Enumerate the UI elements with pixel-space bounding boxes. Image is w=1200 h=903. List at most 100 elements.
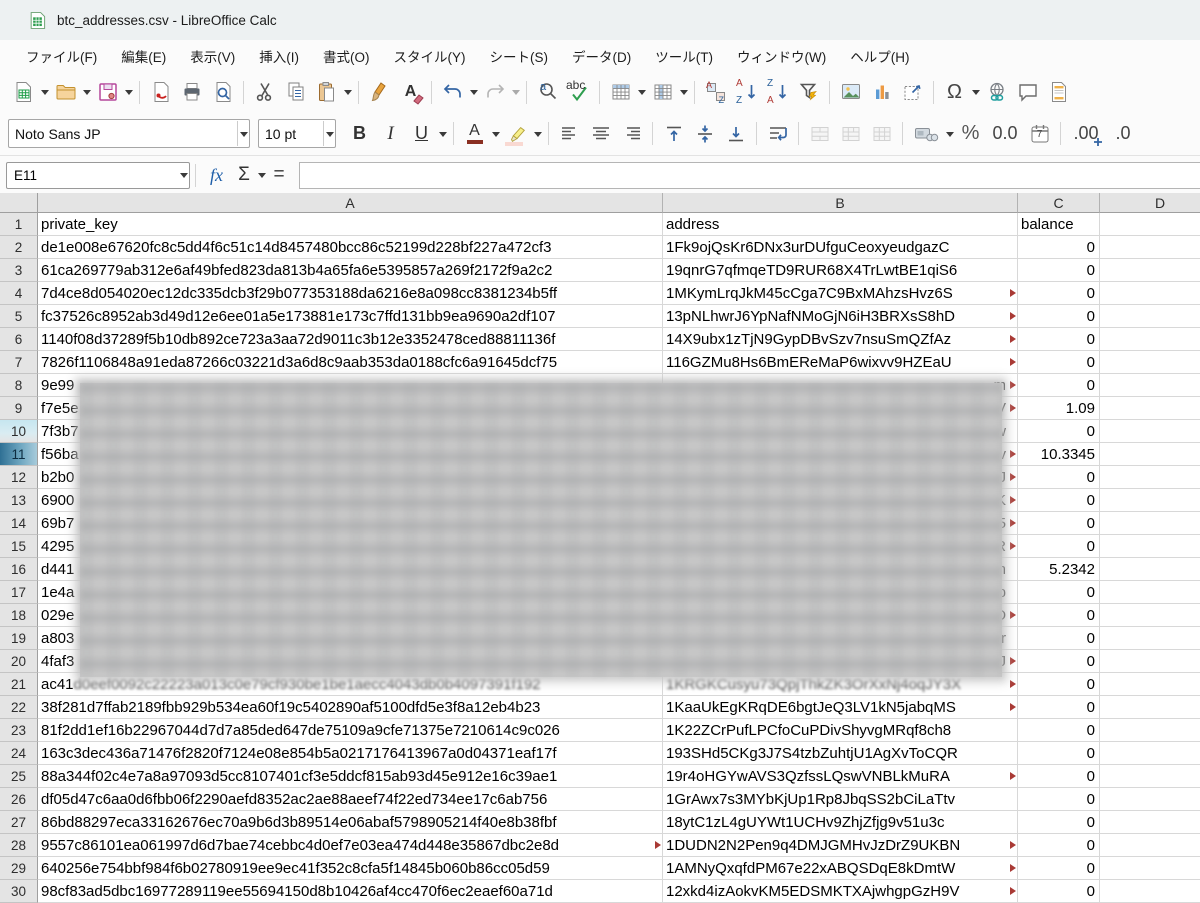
align-bottom-button[interactable] xyxy=(720,118,751,149)
row-header-25[interactable]: 25 xyxy=(0,765,38,788)
center-vertically-button[interactable] xyxy=(689,118,720,149)
merge-cells-button[interactable] xyxy=(835,118,866,149)
name-box-dropdown-arrow[interactable] xyxy=(178,160,189,191)
cell-B24[interactable]: 193SHd5CKg3J7S4tzbZuhtjU1AgXvToCQR xyxy=(663,742,1018,765)
bold-button[interactable]: B xyxy=(344,118,375,149)
row-header-14[interactable]: 14 xyxy=(0,512,38,535)
cell-B27[interactable]: 18ytC1zL4gUYWt1UCHv9ZhjZfjg9v51u3c xyxy=(663,811,1018,834)
sort-ascending-button[interactable]: A Z xyxy=(731,77,762,108)
export-pdf-button[interactable] xyxy=(145,77,176,108)
cell-A2[interactable]: de1e008e67620fc8c5dd4f6c51c14d8457480bcc… xyxy=(38,236,663,259)
cell-B1[interactable]: address xyxy=(663,213,1018,236)
cell-A25[interactable]: 88a344f02c4e7a8a97093d5cc8107401cf3e5ddc… xyxy=(38,765,663,788)
column-header-A[interactable]: A xyxy=(38,193,663,213)
font-size-combo[interactable] xyxy=(258,119,336,148)
column-header-D[interactable]: D xyxy=(1100,193,1200,213)
save-dropdown-arrow[interactable] xyxy=(123,77,134,108)
font-name-input[interactable] xyxy=(9,126,237,142)
cell-reference-input[interactable] xyxy=(7,168,178,183)
column-header-B[interactable]: B xyxy=(663,193,1018,213)
cell-C2[interactable]: 0 xyxy=(1018,236,1100,259)
find-replace-button[interactable]: a xyxy=(532,77,563,108)
cell-C9[interactable]: 1.09 xyxy=(1018,397,1100,420)
font-color-button[interactable]: A xyxy=(459,118,490,149)
cell-D20[interactable] xyxy=(1100,650,1200,673)
add-decimal-button[interactable]: .00 xyxy=(1066,118,1106,149)
cut-button[interactable] xyxy=(249,77,280,108)
underline-button[interactable]: U xyxy=(406,118,437,149)
draw-functions-button[interactable] xyxy=(897,77,928,108)
cell-C16[interactable]: 5.2342 xyxy=(1018,558,1100,581)
align-top-button[interactable] xyxy=(658,118,689,149)
cell-D10[interactable] xyxy=(1100,420,1200,443)
row-header-19[interactable]: 19 xyxy=(0,627,38,650)
cell-B30[interactable]: 12xkd4izAokvKM5EDSMKTXAjwhgpGzH9V xyxy=(663,880,1018,903)
cell-B5[interactable]: 13pNLhwrJ6YpNafNMoGjN6iH3BRXsS8hD xyxy=(663,305,1018,328)
align-left-button[interactable] xyxy=(554,118,585,149)
row-header-9[interactable]: 9 xyxy=(0,397,38,420)
cell-B29[interactable]: 1AMNyQxqfdPM67e22xABQSDqE8kDmtW xyxy=(663,857,1018,880)
hyperlink-button[interactable] xyxy=(981,77,1012,108)
cell-D25[interactable] xyxy=(1100,765,1200,788)
cell-C25[interactable]: 0 xyxy=(1018,765,1100,788)
cell-A30[interactable]: 98cf83ad5dbc16977289119ee55694150d8b1042… xyxy=(38,880,663,903)
delete-decimal-button[interactable]: .0 xyxy=(1106,118,1140,149)
sum-dropdown-arrow[interactable] xyxy=(256,160,267,191)
font-size-input[interactable] xyxy=(259,126,323,142)
insert-comment-button[interactable] xyxy=(1012,77,1043,108)
row-header-17[interactable]: 17 xyxy=(0,581,38,604)
clone-formatting-button[interactable] xyxy=(364,77,395,108)
row-header-13[interactable]: 13 xyxy=(0,489,38,512)
cell-D24[interactable] xyxy=(1100,742,1200,765)
cell-C29[interactable]: 0 xyxy=(1018,857,1100,880)
open-dropdown-arrow[interactable] xyxy=(81,77,92,108)
cell-C18[interactable]: 0 xyxy=(1018,604,1100,627)
cell-B28[interactable]: 1DUDN2N2Pen9q4DMJGMHvJzDrZ9UKBN xyxy=(663,834,1018,857)
row-header-10[interactable]: 10 xyxy=(0,420,38,443)
cell-D29[interactable] xyxy=(1100,857,1200,880)
cell-D14[interactable] xyxy=(1100,512,1200,535)
row-header-21[interactable]: 21 xyxy=(0,673,38,696)
cell-C11[interactable]: 10.3345 xyxy=(1018,443,1100,466)
cell-C5[interactable]: 0 xyxy=(1018,305,1100,328)
menu-item-2[interactable]: 表示(V) xyxy=(178,41,247,71)
row-header-20[interactable]: 20 xyxy=(0,650,38,673)
row-header-4[interactable]: 4 xyxy=(0,282,38,305)
row-header-28[interactable]: 28 xyxy=(0,834,38,857)
cell-A4[interactable]: 7d4ce8d054020ec12dc335dcb3f29b077353188d… xyxy=(38,282,663,305)
row-header-12[interactable]: 12 xyxy=(0,466,38,489)
input-line[interactable] xyxy=(299,162,1200,189)
row-header-30[interactable]: 30 xyxy=(0,880,38,903)
unmerge-cells-button[interactable] xyxy=(866,118,897,149)
undo-button[interactable] xyxy=(437,77,468,108)
wrap-text-button[interactable] xyxy=(762,118,793,149)
cell-D9[interactable] xyxy=(1100,397,1200,420)
function-wizard-button[interactable]: fx xyxy=(201,160,232,191)
cell-D2[interactable] xyxy=(1100,236,1200,259)
cell-D17[interactable] xyxy=(1100,581,1200,604)
cell-D23[interactable] xyxy=(1100,719,1200,742)
paste-dropdown-arrow[interactable] xyxy=(342,77,353,108)
sort-descending-button[interactable]: Z A xyxy=(762,77,793,108)
menu-item-5[interactable]: スタイル(Y) xyxy=(382,41,478,71)
formula-button[interactable]: = xyxy=(267,160,291,191)
cell-D18[interactable] xyxy=(1100,604,1200,627)
menu-item-10[interactable]: ヘルプ(H) xyxy=(838,41,921,71)
cell-B6[interactable]: 14X9ubx1zTjN9GypDBvSzv7nsuSmQZfAz xyxy=(663,328,1018,351)
cell-A29[interactable]: 640256e754bbf984f6b02780919ee9ec41f352c8… xyxy=(38,857,663,880)
cell-C14[interactable]: 0 xyxy=(1018,512,1100,535)
cell-C24[interactable]: 0 xyxy=(1018,742,1100,765)
cell-C15[interactable]: 0 xyxy=(1018,535,1100,558)
row-dropdown-arrow[interactable] xyxy=(636,77,647,108)
cell-C1[interactable]: balance xyxy=(1018,213,1100,236)
font-name-dropdown-arrow[interactable] xyxy=(237,121,249,146)
insert-row-button[interactable] xyxy=(605,77,636,108)
font-size-dropdown-arrow[interactable] xyxy=(323,121,335,146)
menu-item-6[interactable]: シート(S) xyxy=(478,41,561,71)
cell-D1[interactable] xyxy=(1100,213,1200,236)
cell-C27[interactable]: 0 xyxy=(1018,811,1100,834)
row-header-5[interactable]: 5 xyxy=(0,305,38,328)
cell-A23[interactable]: 81f2dd1ef16b22967044d7d7a85ded647de75109… xyxy=(38,719,663,742)
italic-button[interactable]: I xyxy=(375,118,406,149)
row-header-2[interactable]: 2 xyxy=(0,236,38,259)
